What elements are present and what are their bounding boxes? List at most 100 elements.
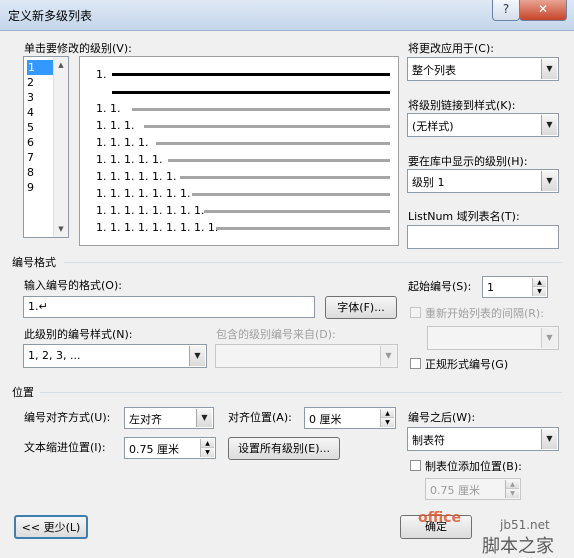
format-label: 输入编号的格式(O): xyxy=(24,279,122,292)
level-item[interactable]: 2 xyxy=(27,75,34,90)
chevron-down-icon[interactable]: ▼ xyxy=(196,409,212,427)
gallery-level-value: 级别 1 xyxy=(412,176,445,189)
level-selector-label: 单击要修改的级别(V): xyxy=(24,42,132,55)
legal-style-label: 正规形式编号(G) xyxy=(425,358,509,371)
office-watermark: office xyxy=(418,510,462,526)
spin-up-icon[interactable]: ▲ xyxy=(506,480,519,489)
start-at-spinner[interactable]: 1 ▲ ▼ xyxy=(482,276,548,298)
preview-line xyxy=(156,142,390,145)
spin-down-icon[interactable]: ▼ xyxy=(533,287,546,296)
tab-stop-spinner[interactable]: 0.75 厘米 ▲ ▼ xyxy=(425,478,521,500)
aligned-at-value: 0 厘米 xyxy=(309,413,342,426)
gallery-level-dropdown[interactable]: 级别 1 ▼ xyxy=(407,169,559,193)
level-list[interactable]: 123456789 ▲ ▼ xyxy=(23,56,69,238)
preview-number: 1. 1. 1. 1. 1. 1. 1. 1. xyxy=(96,204,205,217)
number-style-label: 此级别的编号样式(N): xyxy=(24,328,133,341)
indent-spinner[interactable]: 0.75 厘米 ▲ ▼ xyxy=(124,437,216,459)
preview-number: 1. 1. 1. xyxy=(96,119,135,132)
preview-number: 1. 1. 1. 1. 1. xyxy=(96,153,163,166)
listnum-input[interactable] xyxy=(407,225,559,249)
level-item[interactable]: 1 xyxy=(27,60,54,75)
chevron-down-icon[interactable]: ▼ xyxy=(189,346,205,366)
preview-number: 1. 1. 1. 1. xyxy=(96,136,149,149)
position-group-label: 位置 xyxy=(12,386,34,399)
restart-dropdown[interactable]: ▼ xyxy=(427,326,559,350)
level-item[interactable]: 4 xyxy=(27,105,34,120)
include-from-dropdown[interactable]: ▼ xyxy=(215,344,398,368)
close-button[interactable]: ✕ xyxy=(519,0,567,21)
aligned-at-spinner[interactable]: 0 厘米 ▲ ▼ xyxy=(304,407,396,429)
preview-line xyxy=(112,73,390,76)
preview-number: 1. 1. 1. 1. 1. 1. 1. 1. 1. xyxy=(96,221,219,234)
apply-to-dropdown[interactable]: 整个列表 ▼ xyxy=(407,57,559,81)
aligned-at-label: 对齐位置(A): xyxy=(228,411,292,424)
scroll-up-icon[interactable]: ▲ xyxy=(54,61,68,69)
preview-number: 1. 1. 1. 1. 1. 1. 1. xyxy=(96,187,191,200)
spin-down-icon[interactable]: ▼ xyxy=(381,418,394,427)
preview-line xyxy=(192,193,390,196)
preview-number: 1. 1. 1. 1. 1. 1. xyxy=(96,170,177,183)
start-at-label: 起始编号(S): xyxy=(408,280,472,293)
spin-up-icon[interactable]: ▲ xyxy=(533,278,546,287)
site-watermark: jb51.net xyxy=(500,518,550,532)
legal-style-checkbox[interactable] xyxy=(410,358,421,369)
listnum-label: ListNum 域列表名(T): xyxy=(408,210,520,223)
link-style-label: 将级别链接到样式(K): xyxy=(408,99,516,112)
preview-line xyxy=(132,108,390,111)
spin-down-icon[interactable]: ▼ xyxy=(506,489,519,498)
chevron-down-icon[interactable]: ▼ xyxy=(380,346,396,366)
level-item[interactable]: 3 xyxy=(27,90,34,105)
preview-line xyxy=(144,125,390,128)
scroll-down-icon[interactable]: ▼ xyxy=(54,225,68,233)
number-style-dropdown[interactable]: 1, 2, 3, ... ▼ xyxy=(23,344,207,368)
level-item[interactable]: 5 xyxy=(27,120,34,135)
chevron-down-icon[interactable]: ▼ xyxy=(541,429,557,449)
level-item[interactable]: 7 xyxy=(27,150,34,165)
number-format-group-label: 编号格式 xyxy=(12,256,56,269)
chevron-down-icon[interactable]: ▼ xyxy=(541,115,557,135)
chevron-down-icon[interactable]: ▼ xyxy=(541,171,557,191)
gallery-level-label: 要在库中显示的级别(H): xyxy=(408,155,528,168)
restart-checkbox[interactable] xyxy=(410,307,421,318)
level-item[interactable]: 8 xyxy=(27,165,34,180)
preview-number: 1. 1. xyxy=(96,102,121,115)
preview-pane: 1. 1. 1. 1. 1. 1. 1. 1. 1. 1. 1. 1. 1. 1. 1.… xyxy=(79,56,399,246)
spin-up-icon[interactable]: ▲ xyxy=(201,439,214,448)
start-at-value: 1 xyxy=(487,281,494,294)
font-button[interactable]: 字体(F)... xyxy=(325,296,397,319)
brand-watermark: 脚本之家 xyxy=(482,536,554,557)
help-button[interactable]: ? xyxy=(492,0,520,21)
format-value: 1.↵ xyxy=(28,300,48,313)
format-input[interactable]: 1.↵ xyxy=(23,296,315,318)
follow-with-dropdown[interactable]: 制表符 ▼ xyxy=(407,427,559,451)
apply-to-value: 整个列表 xyxy=(412,64,456,77)
preview-line xyxy=(168,159,390,162)
set-all-levels-button[interactable]: 设置所有级别(E)... xyxy=(228,437,340,460)
follow-with-value: 制表符 xyxy=(412,434,445,447)
tab-stop-value: 0.75 厘米 xyxy=(430,484,480,497)
spin-down-icon[interactable]: ▼ xyxy=(201,448,214,457)
link-style-value: (无样式) xyxy=(412,120,454,133)
level-list-scrollbar[interactable]: ▲ ▼ xyxy=(53,57,68,237)
tab-stop-label: 制表位添加位置(B): xyxy=(425,460,522,473)
window-title: 定义新多级列表 xyxy=(8,9,93,23)
level-item[interactable]: 6 xyxy=(27,135,34,150)
alignment-dropdown[interactable]: 左对齐 ▼ xyxy=(124,407,214,429)
group-divider xyxy=(64,262,562,263)
preview-line xyxy=(216,227,390,230)
indent-label: 文本缩进位置(I): xyxy=(24,441,106,454)
alignment-label: 编号对齐方式(U): xyxy=(24,411,111,424)
preview-line xyxy=(180,176,390,179)
tab-stop-checkbox[interactable] xyxy=(410,460,421,471)
less-button[interactable]: << 更少(L) xyxy=(14,515,88,539)
level-item[interactable]: 9 xyxy=(27,180,34,195)
restart-label: 重新开始列表的间隔(R): xyxy=(425,307,544,320)
number-style-value: 1, 2, 3, ... xyxy=(28,349,81,362)
link-style-dropdown[interactable]: (无样式) ▼ xyxy=(407,113,559,137)
chevron-down-icon[interactable]: ▼ xyxy=(541,328,557,348)
preview-number: 1. xyxy=(96,68,107,81)
indent-value: 0.75 厘米 xyxy=(129,443,179,456)
chevron-down-icon[interactable]: ▼ xyxy=(541,59,557,79)
group-divider xyxy=(40,392,562,393)
spin-up-icon[interactable]: ▲ xyxy=(381,409,394,418)
